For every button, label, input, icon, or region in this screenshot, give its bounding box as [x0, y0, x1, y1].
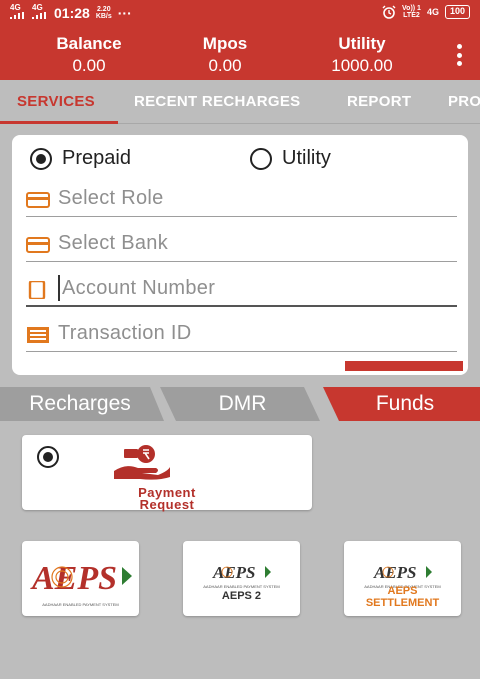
net-speed: 2.20 KB/s [96, 6, 112, 20]
tab-profile[interactable]: PRO [448, 80, 480, 124]
phone-icon [28, 281, 46, 299]
card-icon [26, 192, 50, 208]
prepaid-radio[interactable] [30, 147, 52, 170]
net-speed-unit: KB/s [95, 12, 112, 20]
submit-button[interactable] [345, 361, 463, 371]
account-number-input[interactable]: Account Number [26, 271, 457, 307]
receipt-icon [27, 327, 49, 343]
hand-money-icon [114, 445, 170, 480]
transaction-id-input[interactable]: Transaction ID [26, 316, 457, 352]
status-left: 4G 4G 01:28 2.20 KB/s ··· [10, 4, 132, 21]
mpos-value: 0.00 [208, 56, 242, 75]
payment-request-tile[interactable]: Payment Request [22, 435, 312, 512]
utility-block: Utility 1000.00 [302, 34, 422, 76]
balance-header: Balance 0.00 Mpos 0.00 Utility 1000.00 [0, 26, 480, 80]
text-caret [58, 275, 60, 301]
select-role-field[interactable]: Select Role [26, 181, 457, 217]
utility-label: Utility [338, 34, 386, 53]
segment-funds[interactable]: Funds [330, 387, 480, 421]
utility-option-label: Utility [282, 147, 331, 169]
status-right: Vo)) 1 LTE2 4G 100 [382, 5, 470, 19]
volte-indicator: Vo)) 1 LTE2 [402, 5, 421, 19]
utility-option[interactable]: Utility [250, 147, 331, 170]
network-2-label: 4G [32, 3, 43, 12]
aeps-settlement-line2: SETTLEMENT [365, 597, 440, 609]
utility-radio[interactable] [250, 147, 272, 170]
aeps-tagline: AADHAAR ENABLED PAYMENT SYSTEM [42, 602, 119, 607]
balance-label: Balance [56, 34, 122, 53]
lte-label: LTE2 [403, 12, 420, 19]
prepaid-label: Prepaid [62, 147, 131, 169]
more-notifications-icon: ··· [117, 4, 132, 21]
status-bar: 4G 4G 01:28 2.20 KB/s ··· Vo)) 1 LTE2 4G… [0, 0, 480, 26]
tab-recent-recharges[interactable]: RECENT RECHARGES [134, 80, 300, 124]
svg-text:AEPS: AEPS [30, 560, 117, 597]
transaction-id-placeholder: Transaction ID [58, 322, 192, 344]
signal-1-icon: 4G [10, 4, 26, 21]
balance-value: 0.00 [72, 56, 106, 75]
aeps-2-label: AEPS 2 [221, 590, 262, 602]
clock: 01:28 [54, 4, 90, 21]
select-bank-placeholder: Select Bank [58, 232, 169, 254]
net-speed-value: 2.20 [96, 5, 111, 13]
alarm-icon [382, 5, 396, 19]
signal-2-icon: 4G [32, 4, 48, 21]
segment-recharges[interactable]: Recharges [0, 387, 160, 421]
payment-request-line2: Request [139, 497, 195, 512]
svg-text:AEPS: AEPS [373, 563, 417, 582]
select-bank-field[interactable]: Select Bank [26, 226, 457, 262]
aeps-settlement-tile[interactable]: AEPS AADHAAR ENABLED PAYMENT SYSTEM AEPS… [344, 541, 461, 616]
balance-block: Balance 0.00 [29, 34, 149, 76]
network-1-label: 4G [10, 3, 21, 12]
tab-report[interactable]: REPORT [347, 80, 411, 124]
service-form-card: Prepaid Utility Select Role Select Bank … [12, 135, 468, 375]
mpos-label: Mpos [202, 34, 248, 53]
battery-icon: 100 [444, 5, 470, 19]
aeps-settlement-line1: AEPS [387, 585, 418, 597]
svg-text:AEPS: AEPS [212, 563, 256, 582]
main-tabs: SERVICES RECENT RECHARGES REPORT PRO [0, 80, 480, 124]
aeps-2-tagline: AADHAAR ENABLED PAYMENT SYSTEM [203, 584, 280, 589]
aeps-2-logo-icon: AEPS [212, 563, 271, 582]
tab-services[interactable]: SERVICES [17, 80, 95, 124]
aeps-logo-icon: AEPS [30, 560, 132, 597]
mpos-block: Mpos 0.00 [165, 34, 285, 76]
volte-label: Vo)) 1 [402, 5, 421, 12]
segment-dmr[interactable]: DMR [165, 387, 320, 421]
prepaid-option[interactable]: Prepaid [30, 147, 131, 170]
aeps-settlement-logo-icon: AEPS [373, 563, 432, 582]
utility-value: 1000.00 [331, 56, 393, 75]
account-number-placeholder: Account Number [62, 277, 216, 299]
bank-card-icon [26, 237, 50, 253]
payment-request-radio[interactable] [37, 446, 59, 468]
aeps-2-tile[interactable]: AEPS AADHAAR ENABLED PAYMENT SYSTEM AEPS… [183, 541, 300, 616]
network-3-label: 4G [426, 7, 439, 17]
overflow-menu-icon[interactable] [456, 44, 462, 66]
select-role-placeholder: Select Role [58, 187, 164, 209]
tab-indicator [0, 121, 118, 124]
aeps-tile[interactable]: AEPS AADHAAR ENABLED PAYMENT SYSTEM [22, 541, 139, 616]
